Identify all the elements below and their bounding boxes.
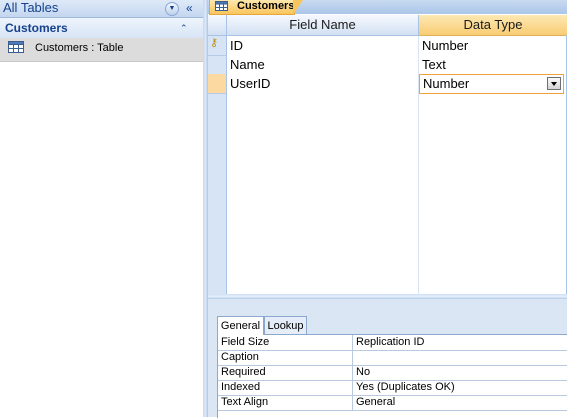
table-icon [215,1,228,11]
document-tab-customers[interactable]: Customers [209,0,295,15]
property-label: Required [221,366,266,378]
chevron-down-icon [551,82,557,86]
data-type-select-value: Number [423,76,470,91]
property-divider [352,380,353,395]
property-row-field-size[interactable]: Field Size Replication ID [218,335,567,351]
table-icon [8,41,24,53]
column-header-field-name[interactable]: Field Name [227,15,419,36]
nav-title[interactable]: All Tables [3,0,58,16]
row-selector[interactable] [208,55,226,75]
grid-header: Field Name Data Type [208,15,567,36]
property-label: Indexed [221,381,261,393]
tab-lookup[interactable]: Lookup [264,316,307,334]
nav-item-customers-table[interactable]: Customers : Table [0,38,203,62]
field-name-cell[interactable]: Name [227,55,418,74]
property-divider [352,395,353,410]
tab-general[interactable]: General [217,316,264,335]
row-selector-current[interactable] [208,74,226,94]
property-divider [352,365,353,380]
field-name-cell[interactable]: UserID [227,74,418,93]
property-row-caption[interactable]: Caption [218,350,567,366]
property-label: Caption [221,351,259,363]
document-tab-label: Customers [237,0,295,12]
data-type-cell[interactable]: Text [419,55,567,74]
nav-group-title[interactable]: Customers [5,18,68,38]
row-selector[interactable]: ⚷ [208,36,226,56]
nav-item-label: Customers : Table [35,42,124,54]
property-label: Text Align [221,396,269,408]
property-divider [352,335,353,350]
data-type-select[interactable]: Number [419,74,564,94]
nav-header[interactable]: All Tables ▼ « [0,0,203,18]
property-row-required[interactable]: Required No [218,365,567,381]
data-type-dropdown-button[interactable] [547,77,561,90]
double-chevron-left-icon[interactable]: « [186,0,193,16]
select-all-corner[interactable] [208,15,227,36]
field-properties-pane: General Lookup Field Size Replication ID… [208,299,567,418]
table-row: Name Text [227,55,567,74]
property-value[interactable]: Replication ID [356,335,424,350]
field-design-grid: Field Name Data Type ⚷ ID Number Name Te… [208,15,567,297]
property-row-indexed[interactable]: Indexed Yes (Duplicates OK) [218,380,567,396]
property-value[interactable]: Yes (Duplicates OK) [356,380,455,395]
grid-body: ID Number Name Text UserID Number [227,36,567,297]
primary-key-icon: ⚷ [210,37,219,49]
property-row-text-align[interactable]: Text Align General [218,395,567,411]
data-type-cell[interactable]: Number [419,36,567,55]
property-value[interactable]: General [356,395,395,410]
property-value[interactable]: No [356,365,370,380]
property-label: Field Size [221,336,270,348]
property-sheet: Field Size Replication ID Caption Requir… [217,334,567,418]
table-row-current: UserID Number [227,74,567,94]
property-divider [352,350,353,365]
column-header-data-type[interactable]: Data Type [419,15,567,36]
chevron-down-icon[interactable]: ▼ [165,2,179,16]
navigation-pane: All Tables ▼ « Customers ⌃ Customers : T… [0,0,203,417]
table-row: ID Number [227,36,567,55]
nav-group-header[interactable]: Customers ⌃ [0,18,203,39]
document-tab-edge [293,0,303,15]
table-design-view: Customers Field Name Data Type ⚷ ID Numb… [208,0,567,418]
row-selector-column: ⚷ [208,36,227,297]
document-tabstrip: Customers [208,0,567,15]
double-chevron-up-icon[interactable]: ⌃ [180,18,188,38]
field-name-cell[interactable]: ID [227,36,418,55]
